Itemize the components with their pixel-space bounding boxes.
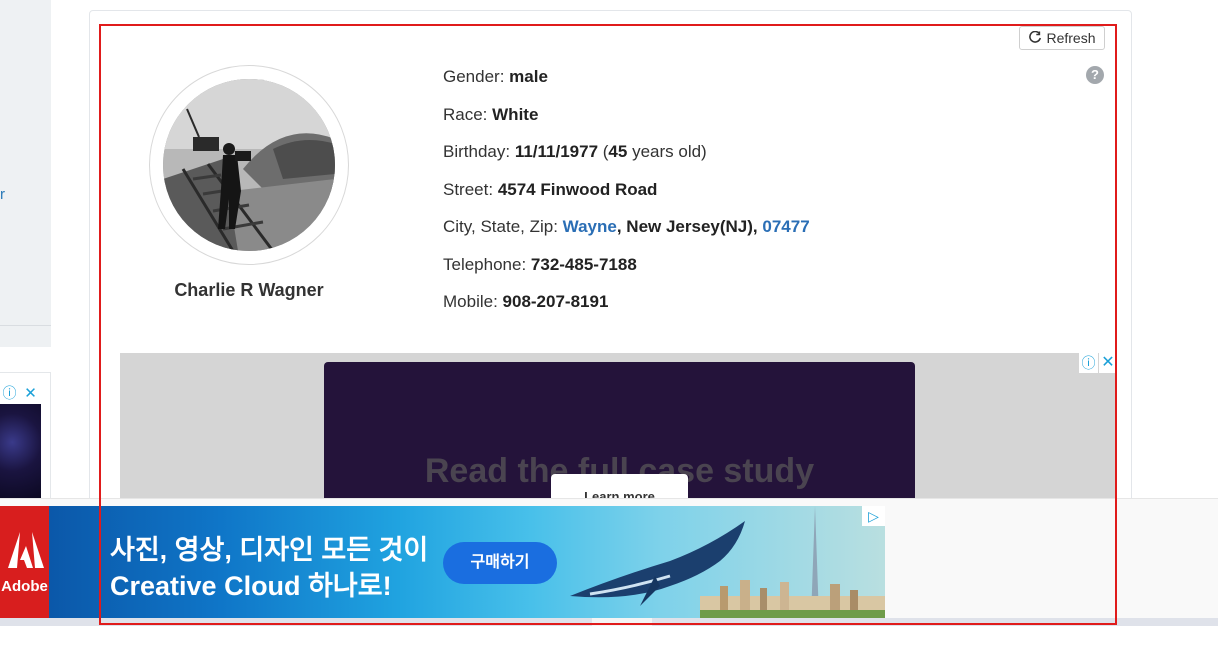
ad-close-icon[interactable]: ✕ [1099,353,1117,373]
city-skyline [700,580,885,618]
birthday-row: Birthday: 11/11/1977 (45 years old) [443,141,810,179]
race-value: White [492,104,539,124]
gender-value: male [509,67,548,86]
adobe-logo: Adobe [0,506,49,618]
city-row: City, State, Zip: Wayne, New Jersey(NJ),… [443,216,810,254]
birthday-value: 11/11/1977 [514,142,599,161]
mobile-row: Mobile: 908-207-8191 [443,291,810,329]
refresh-icon [1029,31,1042,43]
zip-link[interactable]: 07477 [762,217,809,236]
adobe-brand: Adobe [1,578,48,595]
race-row: Race: White [443,104,810,142]
street-row: Street: 4574 Finwood Road [443,179,810,217]
city-link[interactable]: Wayne [563,217,617,236]
banner-headline-1: 사진, 영상, 디자인 모든 것이 [110,535,429,565]
age-value: 45 [608,142,628,161]
state-sep: , [752,217,763,236]
street-label: Street: [443,179,498,199]
bottom-strip-gap [592,618,652,626]
city-label: City, State, Zip: [443,217,563,236]
birthday-label: Birthday: [443,142,515,161]
close-icon[interactable]: ✕ [21,384,40,403]
race-label: Race: [443,104,493,124]
age-open: ( [598,142,609,161]
adobe-logo-icon [8,532,44,568]
buy-button[interactable]: 구매하기 [443,542,557,584]
info-icon[interactable]: ⓘ [0,384,19,403]
telephone-value: 732-485-7188 [530,254,637,274]
sidebar-divider [0,325,51,326]
help-icon[interactable]: ? [1086,66,1104,84]
profile-details: Gender: male Race: White Birthday: 11/11… [443,66,810,329]
city-sep: , [616,217,627,236]
telephone-row: Telephone: 732-485-7188 [443,254,810,292]
state-value: New Jersey(NJ) [626,217,753,236]
mobile-label: Mobile: [443,292,503,311]
telephone-label: Telephone: [443,254,531,274]
street-value: 4574 Finwood Road [497,179,658,199]
sidebar-ad-image[interactable] [0,404,41,500]
left-sidebar [0,0,51,347]
banner-headline-2: Creative Cloud 하나로! [110,571,392,601]
ad-info-icon[interactable]: ⓘ [1079,353,1098,373]
adchoices-icon[interactable]: ▷ [862,506,885,526]
sidebar-link-fragment[interactable]: r [0,186,5,203]
refresh-button[interactable]: Refresh [1019,26,1105,50]
gender-label: Gender: [443,67,510,86]
gender-row: Gender: male [443,66,810,104]
avatar [163,79,335,251]
mobile-value: 908-207-8191 [502,292,609,311]
adobe-banner-ad[interactable]: Adobe 사진, 영상, 디자인 모든 것이 Creative Cloud 하… [0,506,885,618]
person-name: Charlie R Wagner [174,280,324,300]
refresh-label: Refresh [1046,30,1096,46]
age-suffix: years old) [627,142,707,161]
